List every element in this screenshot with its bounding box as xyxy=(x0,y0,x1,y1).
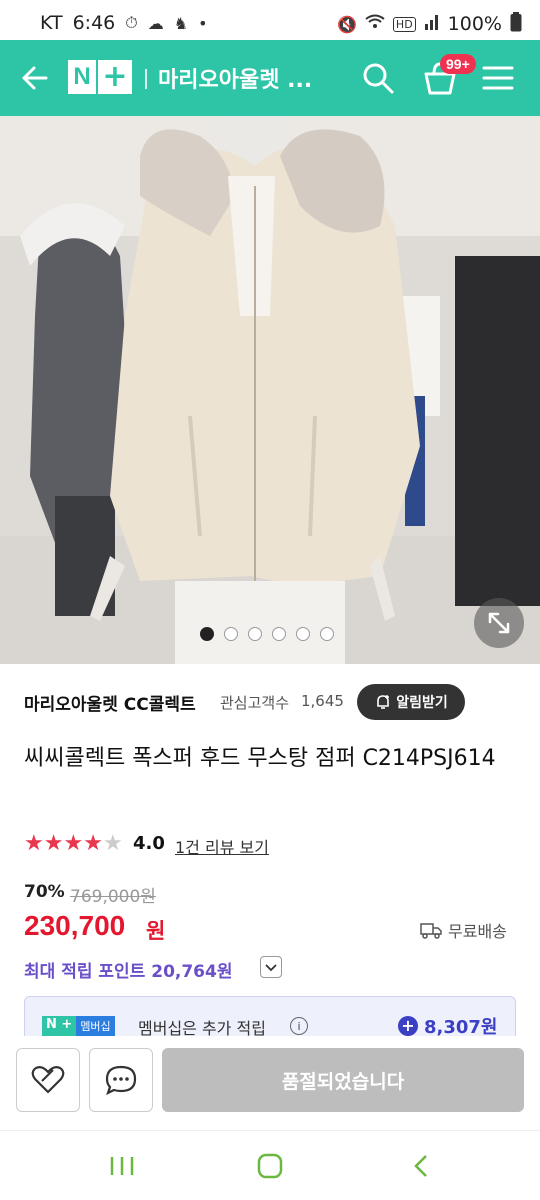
product-image[interactable] xyxy=(0,116,540,664)
membership-badge-label: 멤버십 xyxy=(76,1016,115,1036)
logo-plus: + xyxy=(98,60,132,94)
gallery-pagination xyxy=(200,627,334,641)
sale-price: 230,700 xyxy=(24,910,126,941)
star-filled-icon: ★ xyxy=(83,831,103,856)
gallery-dot[interactable] xyxy=(200,627,214,641)
home-button[interactable] xyxy=(252,1151,288,1181)
membership-badge-logo: N + xyxy=(42,1016,77,1036)
product-title: 씨씨콜렉트 폭스퍼 후드 무스탕 점퍼 C214PSJ614 xyxy=(24,746,496,771)
hamburger-icon xyxy=(482,66,514,90)
star-filled-icon: ★ xyxy=(24,831,44,856)
product-photo xyxy=(0,116,540,664)
sold-out-button: 품절되었습니다 xyxy=(162,1048,524,1112)
currency-unit: 원 xyxy=(146,919,166,943)
rating-value: 4.0 xyxy=(133,833,165,854)
delivery-truck-icon xyxy=(420,923,442,939)
review-link[interactable]: 1건 리뷰 보기 xyxy=(175,834,269,858)
app-header: N + 마리오아울렛 ... 99+ xyxy=(0,40,540,116)
star-filled-icon: ★ xyxy=(43,831,64,856)
inquiry-button[interactable] xyxy=(89,1048,153,1112)
clock: 6:46 xyxy=(72,12,116,34)
more-dot-icon: • xyxy=(198,13,208,33)
plus-circle-icon: + xyxy=(398,1016,418,1036)
gallery-dot[interactable] xyxy=(320,627,334,641)
star-filled-icon: ★ xyxy=(63,831,84,856)
recent-apps-button[interactable] xyxy=(104,1151,140,1181)
gallery-dot[interactable] xyxy=(224,627,238,641)
expand-arrows-icon xyxy=(488,612,510,634)
status-right: 🔇 HD 100% xyxy=(337,12,522,36)
heart-icon xyxy=(31,1066,65,1094)
shipping-info: 무료배송 xyxy=(420,918,507,942)
chat-bubble-icon xyxy=(105,1065,137,1096)
gallery-dot[interactable] xyxy=(296,627,310,641)
discount-rate: 70% xyxy=(24,882,65,902)
gallery-dot[interactable] xyxy=(248,627,262,641)
logo-n: N xyxy=(68,60,96,94)
mute-icon: 🔇 xyxy=(337,14,357,34)
cloud-icon: ☁ xyxy=(147,13,164,33)
cart-count-badge: 99+ xyxy=(440,54,476,74)
favorite-customers-label: 관심고객수 xyxy=(220,694,290,712)
chevron-down-icon xyxy=(265,964,277,972)
battery-level: 100% xyxy=(447,13,502,35)
chevron-left-icon xyxy=(414,1155,427,1177)
bell-plus-icon xyxy=(377,695,390,709)
carrier-label: KT xyxy=(40,12,63,34)
wifi-icon xyxy=(365,14,385,34)
signal-icon xyxy=(424,14,440,34)
header-divider xyxy=(145,69,147,89)
store-title[interactable]: 마리오아울렛 ... xyxy=(158,62,312,94)
recent-apps-icon xyxy=(110,1157,134,1175)
bottom-action-bar: 품절되었습니다 xyxy=(0,1036,540,1126)
hd-icon: HD xyxy=(392,16,416,32)
max-points: 최대 적립 포인트 20,764원 xyxy=(24,962,233,982)
n-plus-logo[interactable]: N + xyxy=(68,60,132,96)
membership-badge: N + 멤버십 xyxy=(42,1016,115,1036)
favorite-customers-count: 1,645 xyxy=(301,692,344,710)
points-detail-toggle[interactable] xyxy=(260,956,282,978)
star-empty-icon: ★ xyxy=(102,831,123,856)
notification-icon: ♞ xyxy=(173,13,189,33)
seller-name[interactable]: 마리오아울렛 CC콜렉트 xyxy=(24,690,196,715)
search-icon xyxy=(363,63,394,94)
wishlist-button[interactable] xyxy=(16,1048,80,1112)
rating-stars: ★ ★ ★ ★ ★ xyxy=(24,832,123,856)
back-nav-button[interactable] xyxy=(404,1151,440,1181)
gallery-dot[interactable] xyxy=(272,627,286,641)
battery-icon xyxy=(510,12,522,36)
expand-button[interactable] xyxy=(474,598,524,648)
arrow-left-icon xyxy=(22,66,48,90)
original-price: 769,000원 xyxy=(70,887,156,907)
search-button[interactable] xyxy=(360,60,396,96)
notify-label: 알림받기 xyxy=(396,695,448,711)
info-icon[interactable]: i xyxy=(290,1017,308,1035)
shipping-label: 무료배송 xyxy=(448,922,507,941)
back-button[interactable] xyxy=(18,60,54,96)
system-nav-bar xyxy=(0,1130,540,1200)
menu-button[interactable] xyxy=(482,64,514,92)
status-left: KT 6:46 ⏱ ☁ ♞ • xyxy=(40,12,208,34)
timer-icon: ⏱ xyxy=(125,13,138,32)
notify-button[interactable]: 알림받기 xyxy=(357,684,465,720)
home-icon xyxy=(257,1153,283,1179)
